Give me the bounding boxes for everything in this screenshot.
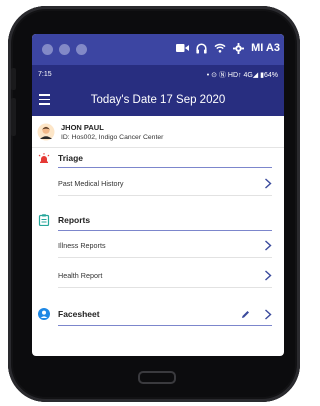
chevron-right-icon [265,177,272,189]
side-button [11,68,16,90]
home-button[interactable] [138,371,176,384]
chevron-right-icon [265,239,272,251]
app-bar: Today's Date 17 Sep 2020 [32,84,284,116]
divider [58,325,272,326]
divider [58,287,272,288]
patient-header[interactable]: JHON PAUL ID: Hos002, Indigo Cancer Cent… [32,116,284,148]
pencil-icon[interactable] [241,310,250,319]
menu-icon[interactable] [39,94,50,105]
patient-name: JHON PAUL [61,122,104,132]
divider [58,230,272,231]
divider [58,257,272,258]
chevron-right-icon[interactable] [264,308,272,320]
side-button [11,98,16,136]
status-time: 7:15 [38,71,52,78]
gear-icon[interactable] [233,42,245,54]
wifi-icon [214,43,226,53]
window-dot [76,44,87,55]
status-indicators: • ⊙ Ⓝ HD↑ 4G◢ ▮64% [206,71,278,79]
device-label: MI A3 [251,42,280,54]
facesheet-row[interactable]: Facesheet [38,303,272,325]
divider [58,195,272,196]
reports-section: Reports [32,212,284,228]
window-dot [42,44,53,55]
reports-label: Reports [58,215,91,225]
avatar-icon [37,123,55,140]
user-circle-icon [38,308,50,320]
list-item-label: Health Report [58,270,103,280]
headphones-icon [196,42,207,53]
patient-id: ID: Hos002, Indigo Cancer Center [61,133,164,141]
facesheet-label: Facesheet [58,309,100,319]
triage-section: Triage [32,150,284,166]
list-item-health-report[interactable]: Health Report [58,264,272,286]
clipboard-icon [38,214,50,226]
app-title: Today's Date 17 Sep 2020 [90,94,226,106]
divider [58,167,272,168]
list-item-past-medical-history[interactable]: Past Medical History [58,172,272,194]
status-bar: 7:15 • ⊙ Ⓝ HD↑ 4G◢ ▮64% [32,65,284,84]
siren-icon [38,153,50,163]
screen: MI A3 7:15 • ⊙ Ⓝ HD↑ 4G◢ ▮64% Today's Da… [32,34,284,356]
list-item-label: Past Medical History [58,178,124,188]
list-item-illness-reports[interactable]: Illness Reports [58,234,272,256]
window-dot [59,44,70,55]
chevron-right-icon [265,269,272,281]
video-icon [176,44,190,52]
triage-label: Triage [58,153,84,163]
list-item-label: Illness Reports [58,240,106,250]
device-top-bar: MI A3 [32,34,284,65]
